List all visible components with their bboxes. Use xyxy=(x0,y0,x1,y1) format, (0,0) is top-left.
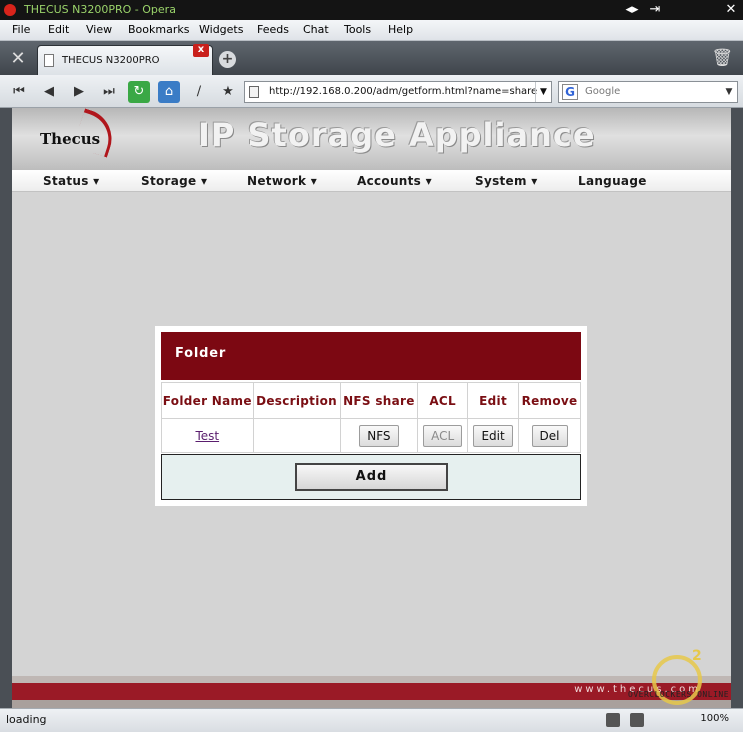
status-bar: loading 100% xyxy=(0,708,743,732)
menu-feeds[interactable]: Feeds xyxy=(257,23,289,36)
address-text: http://192.168.0.200/adm/getform.html?na… xyxy=(269,86,538,97)
nfs-button[interactable]: NFS xyxy=(359,424,399,447)
column-nfs-share: NFS share xyxy=(339,382,419,419)
column-folder-name: Folder Name xyxy=(161,382,254,419)
tab-close-icon[interactable]: x xyxy=(193,44,209,57)
search-placeholder: Google xyxy=(585,86,621,97)
folder-panel: Folder Folder Name Description NFS share… xyxy=(155,326,587,506)
document-icon xyxy=(44,54,54,67)
image-toggle-icon[interactable] xyxy=(630,713,644,727)
bookmark-star-icon[interactable]: ★ xyxy=(217,81,239,103)
banner-headline: IP Storage Appliance xyxy=(198,116,596,154)
site-footer: www.thecus.com xyxy=(12,683,731,700)
menu-file[interactable]: File xyxy=(12,23,30,36)
address-field[interactable]: http://192.168.0.200/adm/getform.html?na… xyxy=(244,81,552,103)
search-dropdown-icon[interactable]: ▼ xyxy=(721,82,737,102)
acl-button[interactable]: ACL xyxy=(423,424,463,447)
column-edit: Edit xyxy=(467,382,520,419)
folder-panel-header: Folder xyxy=(161,332,581,380)
window-maximize-icon[interactable]: ⇥ xyxy=(646,0,664,20)
new-tab-icon[interactable]: + xyxy=(219,51,236,68)
reload-icon[interactable]: ↻ xyxy=(128,81,150,103)
rewind-icon[interactable]: ⏮ xyxy=(8,81,30,103)
menu-bar: File Edit View Bookmarks Widgets Feeds C… xyxy=(0,20,743,41)
nav-accounts[interactable]: Accounts ▾ xyxy=(357,174,432,188)
delete-button[interactable]: Del xyxy=(531,424,568,447)
nav-system[interactable]: System ▾ xyxy=(475,174,538,188)
fast-forward-icon[interactable]: ⏭ xyxy=(98,81,120,103)
menu-help[interactable]: Help xyxy=(388,23,413,36)
search-field[interactable]: G Google ▼ xyxy=(558,81,738,103)
add-row: Add xyxy=(161,454,581,500)
column-acl: ACL xyxy=(417,382,469,419)
google-icon: G xyxy=(562,84,578,100)
speaker-icon[interactable] xyxy=(606,713,620,727)
table-row: Test NFS ACL Edit Del xyxy=(161,418,581,453)
watermark-text: OVERCLOCKERS ONLINE xyxy=(628,690,730,699)
menu-edit[interactable]: Edit xyxy=(48,23,69,36)
status-text: loading xyxy=(6,713,47,726)
folder-table: Folder Name Description NFS share ACL Ed… xyxy=(161,382,581,453)
tab-thecus[interactable]: THECUS N3200PRO x xyxy=(37,44,213,75)
window-title: THECUS N3200PRO - Opera xyxy=(24,3,176,16)
nav-network[interactable]: Network ▾ xyxy=(247,174,317,188)
folder-link[interactable]: Test xyxy=(195,429,219,443)
trash-icon[interactable]: 🗑 xyxy=(711,48,733,68)
edit-button[interactable]: Edit xyxy=(473,424,513,447)
column-description: Description xyxy=(252,382,341,419)
window-restore-icon[interactable]: ◂▸ xyxy=(623,0,641,20)
add-button[interactable]: Add xyxy=(295,463,448,491)
page-icon xyxy=(249,86,259,98)
nav-language[interactable]: Language xyxy=(578,174,647,188)
logo-swoosh-icon xyxy=(72,108,120,158)
nav-status[interactable]: Status ▾ xyxy=(43,174,100,188)
o2-superscript-icon: 2 xyxy=(692,648,702,664)
footer-bottom-strip xyxy=(12,700,731,708)
home-icon[interactable]: ⌂ xyxy=(158,81,180,103)
tools-icon[interactable]: ✕ xyxy=(6,47,30,71)
navigation-toolbar: ⏮ ◀ ▶ ⏭ ↻ ⌂ ∕ ★ http://192.168.0.200/adm… xyxy=(0,75,743,108)
menu-widgets[interactable]: Widgets xyxy=(199,23,243,36)
folder-description xyxy=(252,418,341,453)
nav-storage[interactable]: Storage ▾ xyxy=(141,174,207,188)
back-icon[interactable]: ◀ xyxy=(38,81,60,103)
site-nav: Status ▾ Storage ▾ Network ▾ Accounts ▾ … xyxy=(12,170,731,192)
address-dropdown-icon[interactable]: ▼ xyxy=(535,82,551,102)
window-close-icon[interactable]: ✕ xyxy=(722,0,740,20)
footer-divider xyxy=(12,676,731,683)
opera-logo-icon xyxy=(4,4,16,16)
window-titlebar: THECUS N3200PRO - Opera ◂▸ ⇥ ✕ xyxy=(0,0,743,20)
menu-tools[interactable]: Tools xyxy=(344,23,371,36)
edit-pen-icon[interactable]: ∕ xyxy=(188,81,210,103)
tab-title: THECUS N3200PRO xyxy=(62,55,160,66)
forward-icon[interactable]: ▶ xyxy=(68,81,90,103)
folder-panel-title: Folder xyxy=(175,346,227,361)
menu-bookmarks[interactable]: Bookmarks xyxy=(128,23,189,36)
column-remove: Remove xyxy=(518,382,581,419)
menu-view[interactable]: View xyxy=(86,23,112,36)
page-viewport: Thecus IP Storage Appliance Status ▾ Sto… xyxy=(12,108,731,708)
menu-chat[interactable]: Chat xyxy=(303,23,329,36)
tab-bar: ✕ THECUS N3200PRO x + 🗑 xyxy=(0,41,743,75)
zoom-level[interactable]: 100% xyxy=(700,713,729,724)
site-banner: Thecus IP Storage Appliance xyxy=(12,108,731,170)
